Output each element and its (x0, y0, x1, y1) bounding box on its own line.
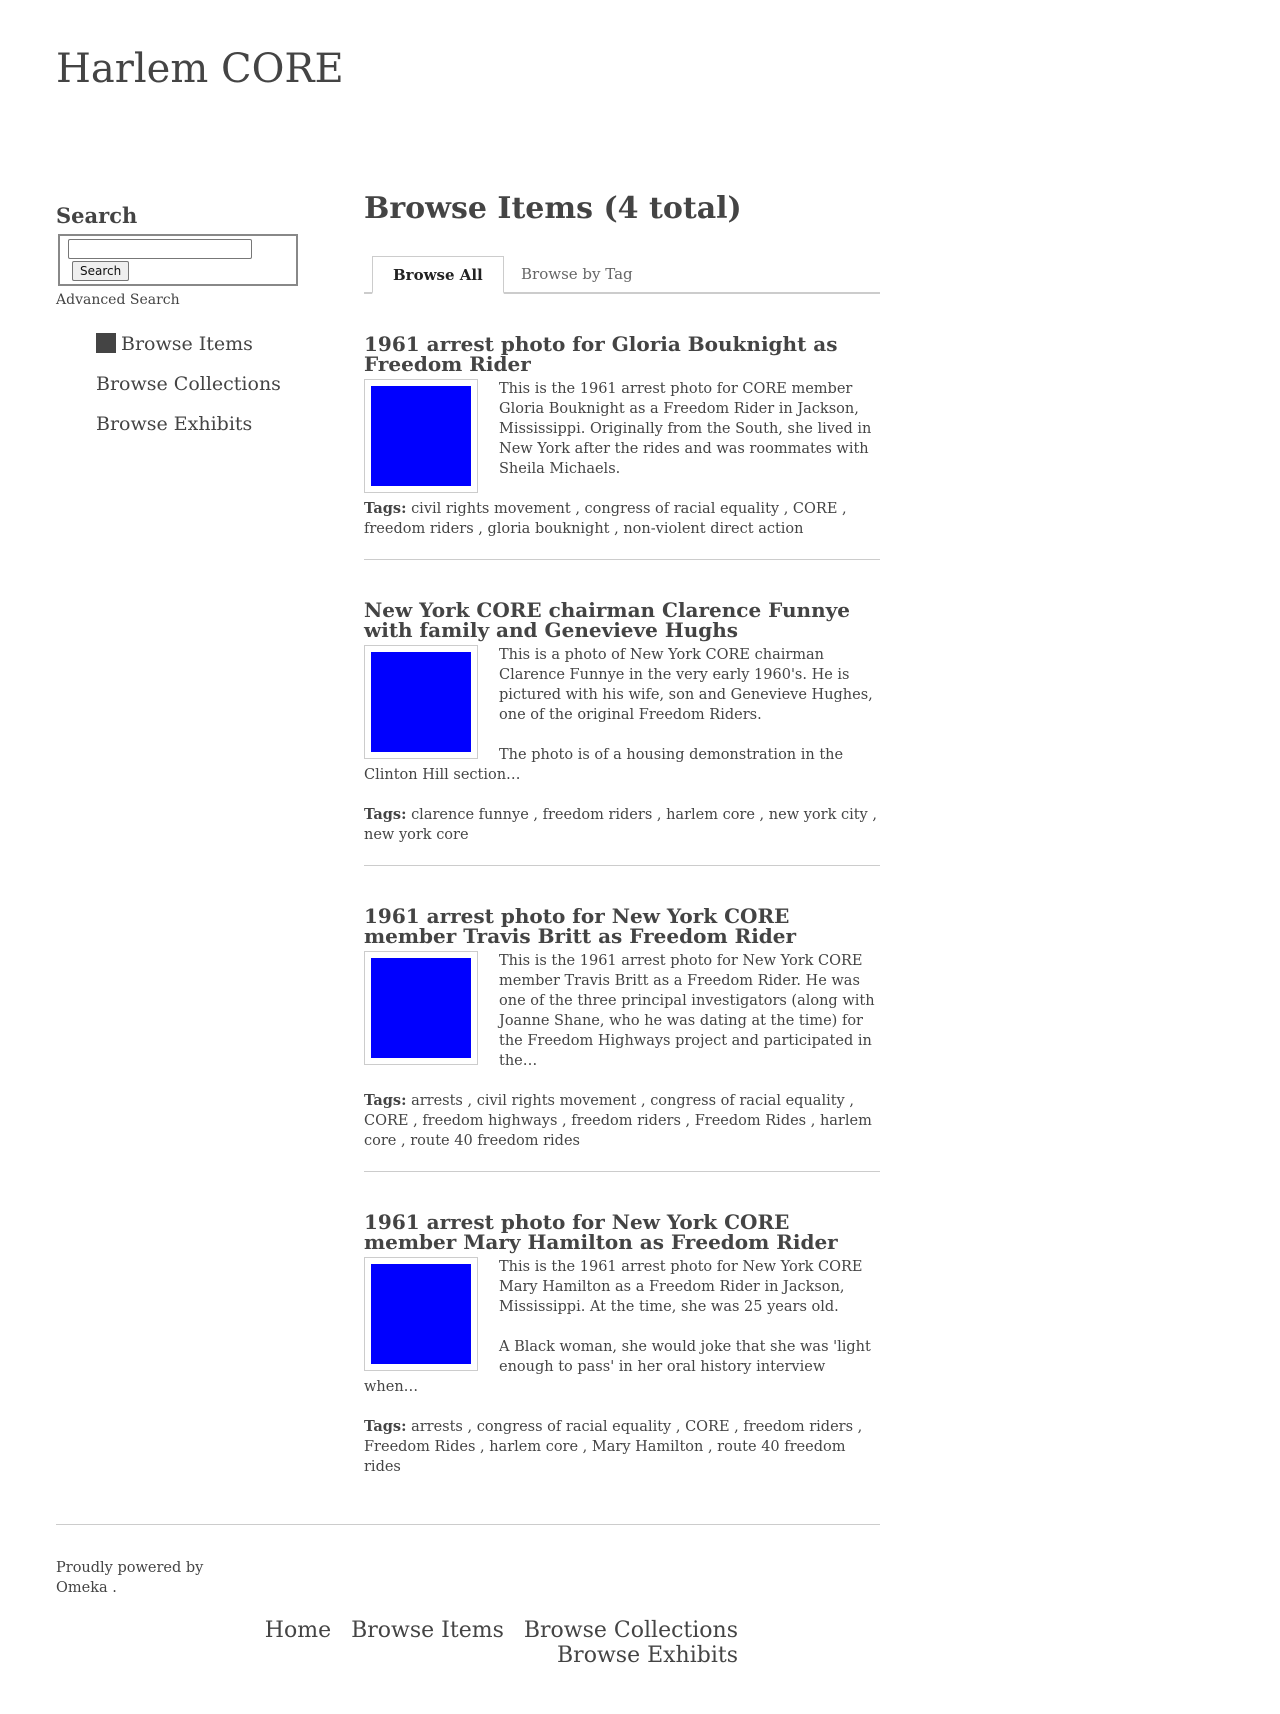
tag-link[interactable]: congress of racial equality (477, 1419, 672, 1435)
search-heading: Search (56, 203, 138, 228)
tab-browse-all[interactable]: Browse All (372, 256, 504, 294)
list-item: 1961 arrest photo for New York CORE memb… (364, 906, 880, 1172)
list-item: 1961 arrest photo for Gloria Bouknight a… (364, 334, 880, 560)
tag-link[interactable]: new york core (364, 827, 469, 843)
tags-label: Tags: (364, 1092, 407, 1109)
item-title-link[interactable]: New York CORE chairman Clarence Funnye w… (364, 598, 850, 642)
sidebar-item-label[interactable]: Browse Items (121, 333, 253, 355)
tag-link[interactable]: route 40 freedom rides (410, 1133, 580, 1149)
tag-link[interactable]: CORE (793, 501, 837, 517)
thumbnail-image (371, 386, 471, 486)
search-form: Search (58, 234, 298, 286)
powered-by-text: Proudly powered by (56, 1560, 204, 1576)
list-item: New York CORE chairman Clarence Funnye w… (364, 600, 880, 866)
thumbnail-image (371, 652, 471, 752)
tag-link[interactable]: arrests (411, 1419, 463, 1435)
tag-link[interactable]: CORE (364, 1113, 408, 1129)
tag-link[interactable]: Freedom Rides (364, 1439, 475, 1455)
tags-label: Tags: (364, 500, 407, 517)
item-tags: Tags: arrests , congress of racial equal… (364, 1418, 863, 1475)
tag-link[interactable]: freedom riders (743, 1419, 853, 1435)
tag-link[interactable]: new york city (769, 807, 868, 823)
item-title-link[interactable]: 1961 arrest photo for New York CORE memb… (364, 904, 796, 948)
search-input[interactable] (68, 239, 252, 259)
tag-link[interactable]: gloria bouknight (487, 521, 609, 537)
item-thumbnail[interactable] (364, 1257, 478, 1371)
tag-link[interactable]: civil rights movement (411, 501, 571, 517)
item-thumbnail[interactable] (364, 951, 478, 1065)
omeka-link[interactable]: Omeka (56, 1580, 108, 1596)
item-tags: Tags: clarence funnye , freedom riders ,… (364, 806, 877, 843)
tag-link[interactable]: congress of racial equality (585, 501, 780, 517)
sidebar-item-browse-collections[interactable]: Browse Collections (96, 364, 316, 404)
footer-link-browse-items[interactable]: Browse Items (351, 1618, 504, 1643)
footer-link-browse-collections[interactable]: Browse Collections (524, 1618, 738, 1643)
tag-link[interactable]: harlem core (666, 807, 755, 823)
thumbnail-image (371, 958, 471, 1058)
item-thumbnail[interactable] (364, 379, 478, 493)
footer-link-home[interactable]: Home (265, 1618, 331, 1643)
footer-nav: Home Browse Items Browse Collections Browse… (178, 1618, 738, 1668)
tag-link[interactable]: congress of racial equality (650, 1093, 845, 1109)
tag-link[interactable]: freedom highways (422, 1113, 557, 1129)
search-button[interactable]: Search (72, 261, 130, 281)
current-page-marker-icon (96, 333, 116, 353)
sidebar-item-browse-exhibits[interactable]: Browse Exhibits (96, 404, 316, 444)
tags-label: Tags: (364, 806, 407, 823)
tag-link[interactable]: non-violent direct action (623, 521, 803, 537)
item-tags: Tags: arrests , civil rights movement , … (364, 1092, 872, 1149)
tags-label: Tags: (364, 1418, 407, 1435)
page-title: Browse Items (4 total) (364, 191, 742, 226)
main-content: Browse Items (4 total) Browse All Browse… (364, 187, 880, 1537)
tag-link[interactable]: arrests (411, 1093, 463, 1109)
sidebar-item-label[interactable]: Browse Exhibits (96, 413, 252, 435)
tag-link[interactable]: civil rights movement (477, 1093, 637, 1109)
item-thumbnail[interactable] (364, 645, 478, 759)
item-title-link[interactable]: 1961 arrest photo for Gloria Bouknight a… (364, 332, 838, 376)
tag-link[interactable]: Mary Hamilton (592, 1439, 703, 1455)
powered-by: Proudly powered by Omeka . (56, 1558, 226, 1598)
item-title-link[interactable]: 1961 arrest photo for New York CORE memb… (364, 1210, 838, 1254)
tag-link[interactable]: CORE (685, 1419, 729, 1435)
tab-browse-by-tag[interactable]: Browse by Tag (521, 256, 633, 292)
footer-divider (56, 1524, 880, 1525)
tag-link[interactable]: freedom riders (543, 807, 653, 823)
site-title[interactable]: Harlem CORE (56, 46, 344, 92)
tag-link[interactable]: harlem core (489, 1439, 578, 1455)
thumbnail-image (371, 1264, 471, 1364)
sidebar: Search Search Advanced Search Browse Ite… (56, 203, 316, 444)
item-tags: Tags: civil rights movement , congress o… (364, 500, 847, 537)
items-list: 1961 arrest photo for Gloria Bouknight a… (364, 334, 880, 1497)
tag-link[interactable]: clarence funnye (411, 807, 529, 823)
sidebar-nav: Browse Items Browse Collections Browse E… (56, 324, 316, 444)
advanced-search-link[interactable]: Advanced Search (56, 292, 316, 308)
powered-by-suffix: . (112, 1580, 117, 1596)
browse-tabs: Browse All Browse by Tag (364, 256, 880, 294)
list-item: 1961 arrest photo for New York CORE memb… (364, 1212, 880, 1497)
sidebar-item-label[interactable]: Browse Collections (96, 373, 281, 395)
tag-link[interactable]: freedom riders (571, 1113, 681, 1129)
tag-link[interactable]: Freedom Rides (695, 1113, 806, 1129)
tag-link[interactable]: freedom riders (364, 521, 474, 537)
sidebar-item-browse-items[interactable]: Browse Items (96, 324, 316, 364)
footer-link-browse-exhibits[interactable]: Browse Exhibits (557, 1643, 738, 1668)
